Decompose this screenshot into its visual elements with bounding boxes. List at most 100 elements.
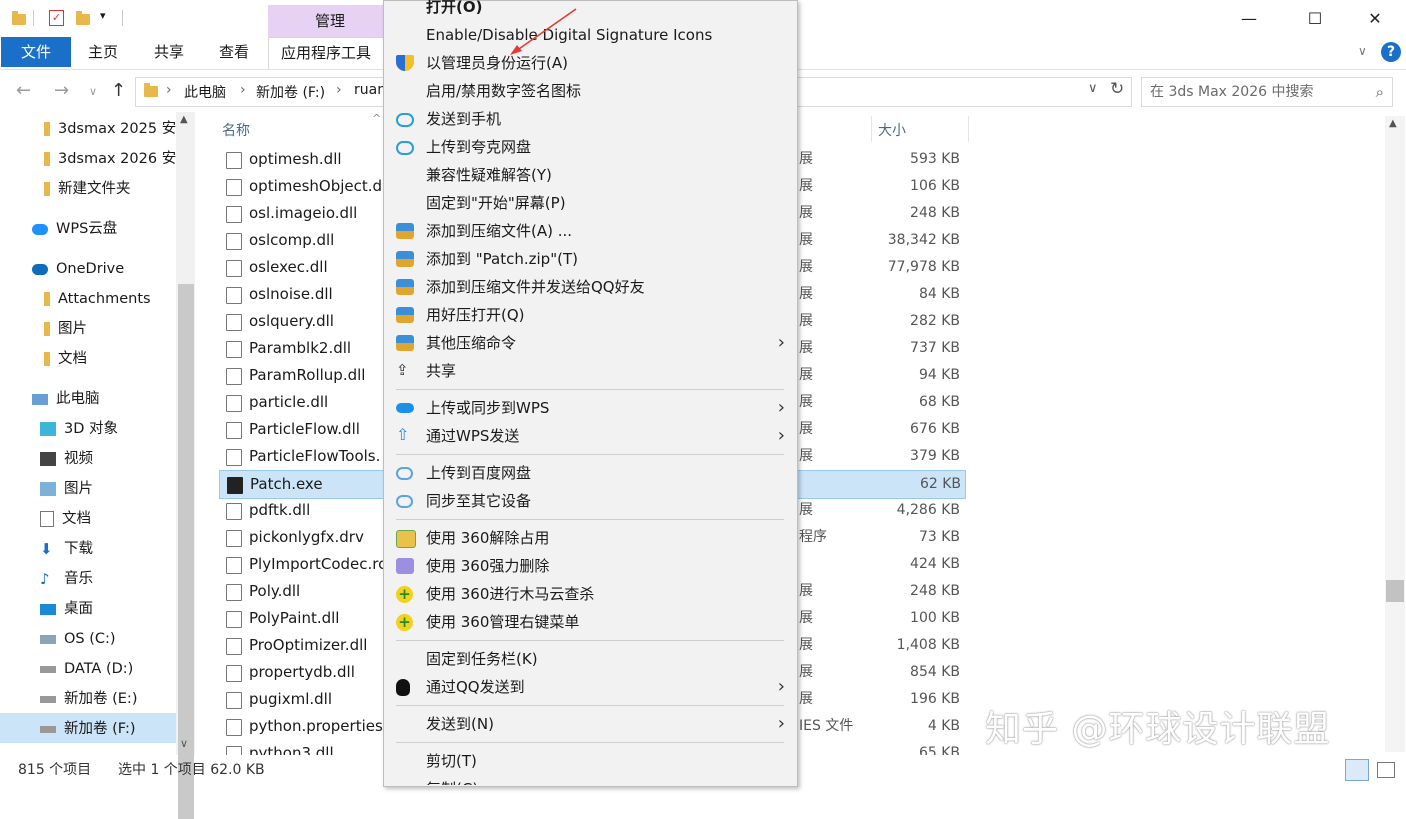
menu-item-360-scan[interactable]: + 使用 360进行木马云查杀 xyxy=(384,580,797,608)
close-button[interactable]: ✕ xyxy=(1352,6,1398,32)
cloud-icon xyxy=(396,495,413,508)
properties-icon[interactable]: ✓ xyxy=(49,10,64,26)
menu-item-add-archive[interactable]: 添加到压缩文件(A) ... xyxy=(384,217,797,245)
annotation-arrow-icon xyxy=(510,8,577,55)
menu-item-share[interactable]: ⇪ 共享 xyxy=(384,357,797,385)
tab-app-tools[interactable]: 应用程序工具 xyxy=(268,37,384,69)
menu-item-wps-send[interactable]: ⇧ 通过WPS发送 › xyxy=(384,422,797,450)
tab-view[interactable]: 查看 xyxy=(215,37,253,67)
sidebar-item-onedrive[interactable]: OneDrive xyxy=(32,255,124,283)
scroll-down-icon[interactable]: ∨ xyxy=(180,737,188,750)
menu-item-cut[interactable]: 剪切(T) xyxy=(384,747,797,775)
navigation-pane: 3dsmax 2025 安 3dsmax 2026 安 新建文件夹 WPS云盘 … xyxy=(0,112,195,819)
up-arrow-icon[interactable]: ↑ xyxy=(111,80,126,101)
chevron-down-icon[interactable]: ▾ xyxy=(100,9,106,22)
refresh-icon[interactable]: ↻ xyxy=(1110,79,1124,99)
menu-item-send-qq[interactable]: 通过QQ发送到 › xyxy=(384,673,797,701)
menu-item-baidu-upload[interactable]: 上传到百度网盘 xyxy=(384,459,797,487)
folder-icon xyxy=(44,152,50,166)
menu-item-other-compress[interactable]: 其他压缩命令 › xyxy=(384,329,797,357)
file-list-scroll-thumb[interactable] xyxy=(1386,580,1404,602)
chevron-right-icon: › xyxy=(777,425,785,446)
maximize-button[interactable]: ☐ xyxy=(1292,6,1338,32)
sidebar-item[interactable]: ♪ 音乐 xyxy=(40,565,93,593)
menu-item-run-as-admin[interactable]: 以管理员身份运行(A) xyxy=(384,49,797,77)
file-list-scrollbar[interactable] xyxy=(1385,116,1405,752)
sidebar-item[interactable]: 3D 对象 xyxy=(40,415,118,443)
dll-file-icon xyxy=(226,260,242,277)
tab-file[interactable]: 文件 xyxy=(1,37,71,67)
dll-file-icon xyxy=(226,665,242,682)
menu-item-pin-taskbar[interactable]: 固定到任务栏(K) xyxy=(384,645,797,673)
breadcrumb-drive[interactable]: 新加卷 (F:) xyxy=(256,82,325,102)
sidebar-item[interactable]: 图片 xyxy=(44,315,87,343)
menu-item-pin-start[interactable]: 固定到"开始"屏幕(P) xyxy=(384,189,797,217)
menu-item-open[interactable]: 打开(O) xyxy=(384,0,797,21)
sidebar-item[interactable]: 图片 xyxy=(40,475,93,503)
sidebar-item-this-pc[interactable]: 此电脑 xyxy=(32,385,100,413)
sidebar-item[interactable]: 3dsmax 2025 安 xyxy=(44,115,176,143)
menu-item-send-to-phone[interactable]: 发送到手机 xyxy=(384,105,797,133)
menu-item-360-menu-manager[interactable]: + 使用 360管理右键菜单 xyxy=(384,608,797,636)
menu-item-add-patch-zip[interactable]: 添加到 "Patch.zip"(T) xyxy=(384,245,797,273)
help-icon[interactable]: ? xyxy=(1381,42,1401,62)
sidebar-item[interactable]: Attachments xyxy=(44,285,151,313)
exe-file-icon xyxy=(227,477,243,494)
sidebar-item[interactable]: 文档 xyxy=(40,505,91,533)
context-menu: 打开(O) Enable/Disable Digital Signature I… xyxy=(383,0,798,787)
sidebar-item[interactable]: 新加卷 (E:) xyxy=(40,685,137,713)
menu-item-wps-sync[interactable]: 上传或同步到WPS › xyxy=(384,394,797,422)
sidebar-item[interactable]: 桌面 xyxy=(40,595,93,623)
sidebar-item[interactable]: ⬇ 下载 xyxy=(40,535,93,563)
divider xyxy=(33,10,34,26)
menu-item-toggle-signature-icons-cn[interactable]: 启用/禁用数字签名图标 xyxy=(384,77,797,105)
menu-item-toggle-signature-icons[interactable]: Enable/Disable Digital Signature Icons xyxy=(384,21,797,49)
menu-item-360-delete[interactable]: 使用 360强力删除 xyxy=(384,552,797,580)
column-header-size[interactable]: 大小 xyxy=(878,120,906,140)
sidebar-item[interactable]: 新建文件夹 xyxy=(44,175,131,203)
menu-item-sync-devices[interactable]: 同步至其它设备 xyxy=(384,487,797,515)
forward-arrow-icon[interactable]: → xyxy=(54,80,69,101)
menu-item-archive-send-qq[interactable]: 添加到压缩文件并发送给QQ好友 xyxy=(384,273,797,301)
scroll-up-icon[interactable]: ▲ xyxy=(180,114,188,125)
breadcrumb-folder[interactable]: ruan xyxy=(354,82,386,98)
tab-share[interactable]: 共享 xyxy=(150,37,188,67)
large-icons-view-icon[interactable] xyxy=(1377,762,1395,778)
chevron-down-icon[interactable]: ∨ xyxy=(1088,81,1098,96)
sidebar-item-wps-cloud[interactable]: WPS云盘 xyxy=(32,215,117,243)
menu-item-360-unlock[interactable]: 使用 360解除占用 xyxy=(384,524,797,552)
tab-manage[interactable]: 管理 xyxy=(268,5,392,37)
scroll-up-icon[interactable]: ▲ xyxy=(1389,118,1397,129)
plus-icon: + xyxy=(396,614,413,631)
search-input[interactable]: 在 3ds Max 2026 中搜索 ⌕ xyxy=(1141,77,1393,107)
sidebar-item[interactable]: 视频 xyxy=(40,445,93,473)
archive-icon xyxy=(396,335,414,351)
new-folder-icon[interactable] xyxy=(76,10,90,26)
menu-separator xyxy=(396,705,784,706)
sidebar-item[interactable]: 3dsmax 2026 安 xyxy=(44,145,176,173)
dll-file-icon xyxy=(226,368,242,385)
back-arrow-icon[interactable]: ← xyxy=(16,80,31,101)
menu-item-open-haozip[interactable]: 用好压打开(Q) xyxy=(384,301,797,329)
minimize-button[interactable]: — xyxy=(1226,6,1272,32)
column-header-name[interactable]: 名称 xyxy=(222,120,250,140)
tab-home[interactable]: 主页 xyxy=(84,37,122,67)
dll-file-icon xyxy=(226,395,242,412)
sidebar-item[interactable]: 新加卷 (F:) xyxy=(40,715,136,743)
search-icon[interactable]: ⌕ xyxy=(1376,78,1384,106)
folder-icon[interactable] xyxy=(12,10,26,26)
chevron-down-icon[interactable]: ∨ xyxy=(1358,44,1367,58)
menu-separator xyxy=(396,519,784,520)
dll-file-icon xyxy=(226,692,242,709)
sidebar-item[interactable]: DATA (D:) xyxy=(40,655,133,683)
menu-item-compat-troubleshoot[interactable]: 兼容性疑难解答(Y) xyxy=(384,161,797,189)
details-view-icon[interactable] xyxy=(1345,759,1369,781)
recent-chevron-icon[interactable]: ∨ xyxy=(89,85,97,98)
breadcrumb-this-pc[interactable]: 此电脑 xyxy=(184,82,226,102)
chevron-right-icon: › xyxy=(240,82,246,98)
menu-item-copy[interactable]: 复制(C) xyxy=(384,775,797,785)
menu-item-send-to[interactable]: 发送到(N) › xyxy=(384,710,797,738)
sidebar-item[interactable]: 文档 xyxy=(44,345,87,373)
menu-item-upload-quark[interactable]: 上传到夸克网盘 xyxy=(384,133,797,161)
sidebar-item[interactable]: OS (C:) xyxy=(40,625,116,653)
